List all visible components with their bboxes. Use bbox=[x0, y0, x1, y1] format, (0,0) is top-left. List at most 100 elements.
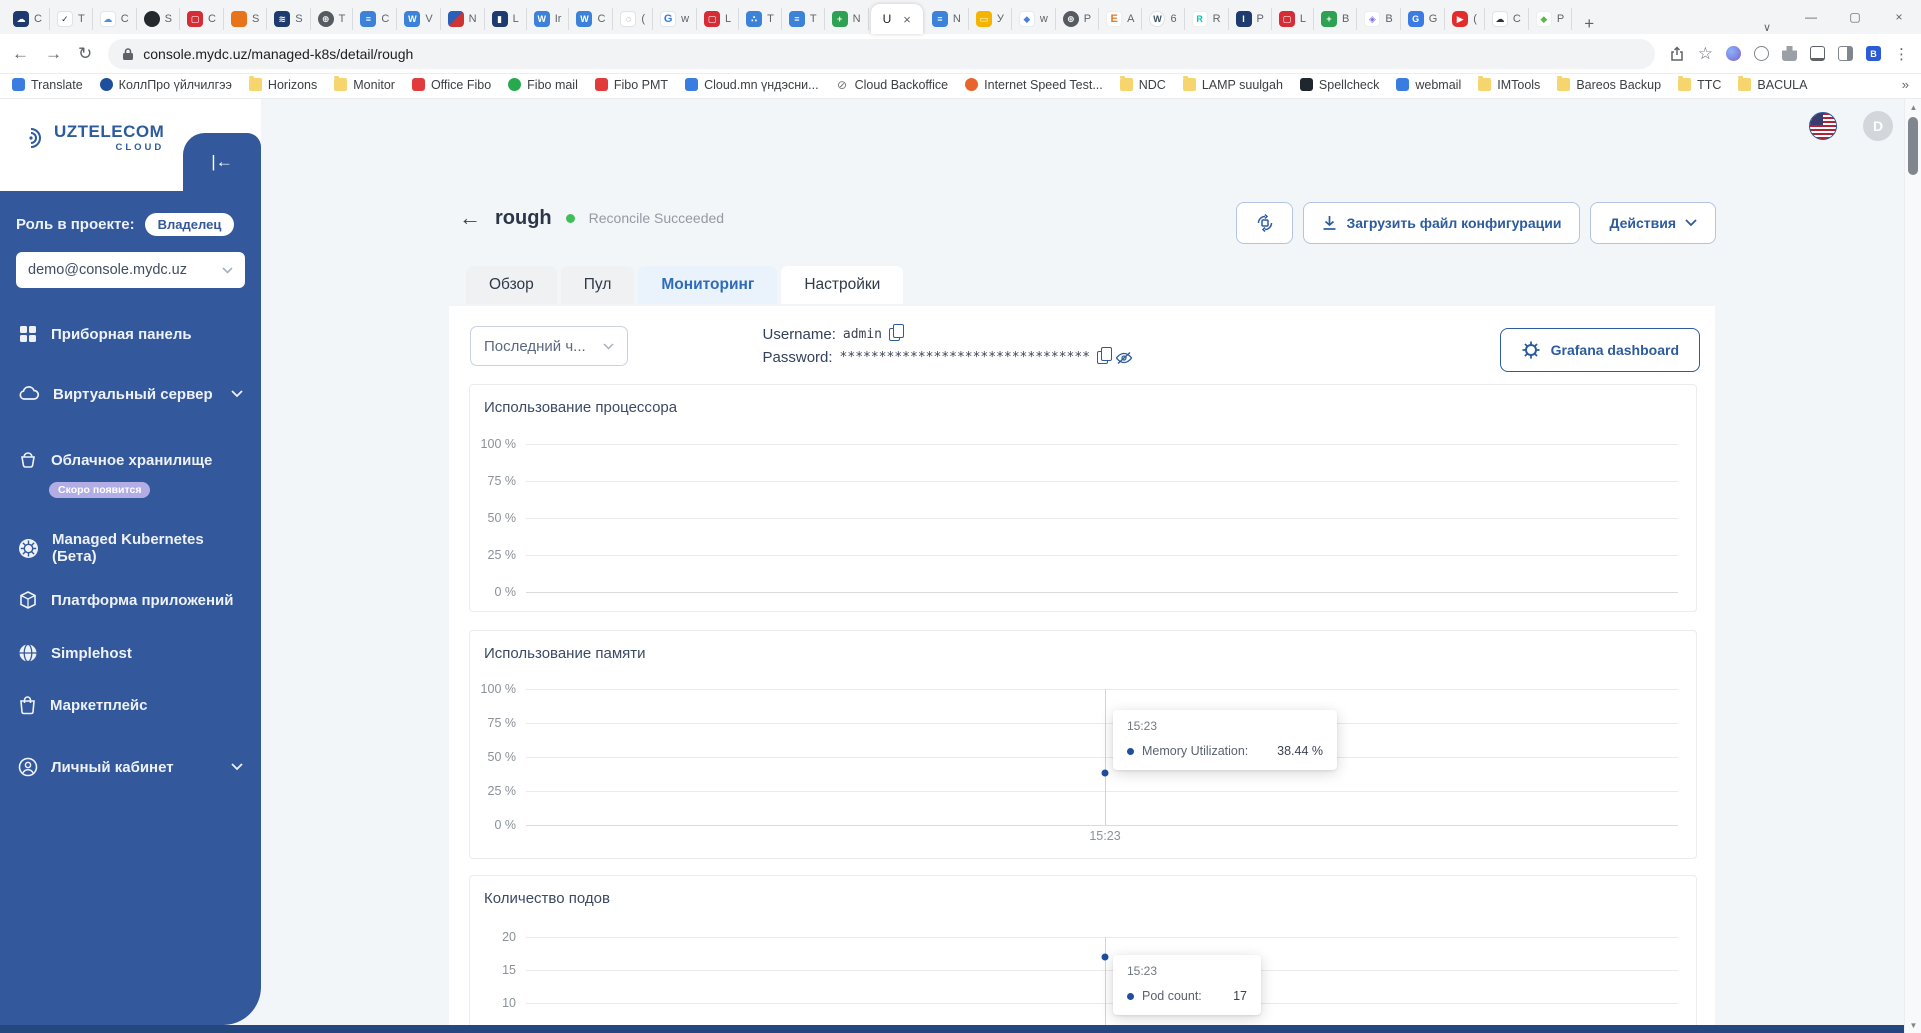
sidebar-item-simplehost[interactable]: Simplehost bbox=[0, 633, 261, 673]
time-range-select[interactable]: Последний ч... bbox=[470, 326, 628, 366]
back-arrow-button[interactable]: ← bbox=[459, 205, 481, 231]
bookmark-item[interactable]: TTC bbox=[1678, 76, 1721, 92]
page-scrollbar[interactable]: ▲ ▼ bbox=[1904, 99, 1921, 1033]
browser-tab[interactable]: G w bbox=[653, 8, 698, 30]
browser-tab-active[interactable]: U × bbox=[870, 4, 923, 34]
tab-search-chevron-icon[interactable]: ∨ bbox=[1745, 21, 1789, 34]
browser-tab[interactable]: ≡ C bbox=[353, 8, 398, 30]
window-maximize-button[interactable]: ▢ bbox=[1833, 0, 1877, 34]
sidebar-item-managed-kubernetes[interactable]: Managed Kubernetes (Бета) bbox=[0, 528, 261, 568]
password-manager-icon[interactable]: B bbox=[1866, 46, 1881, 61]
browser-tab[interactable]: W C bbox=[569, 8, 614, 30]
browser-tab[interactable]: ▢ L bbox=[1272, 8, 1314, 30]
bookmark-item[interactable]: webmail bbox=[1396, 78, 1461, 92]
scroll-down-icon[interactable]: ▼ bbox=[1905, 1017, 1921, 1033]
forward-button[interactable]: → bbox=[45, 44, 62, 64]
eye-off-icon[interactable] bbox=[1115, 351, 1133, 365]
browser-tab[interactable]: W V bbox=[397, 8, 441, 30]
sidebar-item-dashboard[interactable]: Приборная панель bbox=[0, 314, 261, 354]
tab-overview[interactable]: Обзор bbox=[466, 266, 557, 304]
browser-tab[interactable]: ⊕ T bbox=[311, 8, 354, 30]
bookmark-item[interactable]: Fibo PMT bbox=[594, 78, 668, 92]
browser-tab[interactable]: I P bbox=[1229, 8, 1272, 30]
data-point[interactable] bbox=[1101, 953, 1109, 961]
bookmark-item[interactable]: Horizons bbox=[248, 76, 317, 92]
share-icon[interactable] bbox=[1669, 45, 1685, 62]
browser-tab[interactable]: ⊕ P bbox=[1056, 8, 1100, 30]
browser-tab[interactable]: + N bbox=[825, 8, 869, 30]
bookmark-item[interactable]: Spellcheck bbox=[1299, 78, 1379, 92]
bookmark-item[interactable]: Bareos Backup bbox=[1557, 76, 1661, 92]
browser-tab[interactable]: ◆ P bbox=[1529, 8, 1573, 30]
downloads-icon[interactable] bbox=[1810, 46, 1825, 61]
bookmarks-overflow-icon[interactable]: » bbox=[1902, 77, 1909, 92]
new-tab-button[interactable]: + bbox=[1572, 14, 1606, 34]
browser-tab[interactable]: ◈ B bbox=[1357, 8, 1401, 30]
browser-tab[interactable]: N bbox=[441, 8, 485, 30]
copy-password-icon[interactable] bbox=[1097, 347, 1112, 364]
sidebar-item-virtual-server[interactable]: Виртуальный сервер bbox=[0, 374, 261, 414]
upload-config-button[interactable]: Загрузить файл конфигурации bbox=[1303, 202, 1581, 244]
browser-tab[interactable]: G G bbox=[1401, 8, 1446, 30]
browser-tab[interactable]: W 6 bbox=[1142, 8, 1185, 30]
browser-tab[interactable]: + B bbox=[1314, 8, 1358, 30]
browser-tab[interactable]: ∴ T bbox=[739, 8, 782, 30]
bookmark-item[interactable]: LAMP suulgah bbox=[1182, 76, 1283, 92]
bookmark-item[interactable]: Monitor bbox=[334, 76, 395, 92]
browser-tab[interactable]: ☁ C bbox=[93, 8, 137, 30]
window-close-button[interactable]: × bbox=[1877, 0, 1921, 34]
browser-tab[interactable]: ▭ У bbox=[969, 8, 1012, 30]
browser-tab[interactable]: ▶ ( bbox=[1445, 8, 1485, 30]
bookmark-item[interactable]: ⊘ Cloud Backoffice bbox=[835, 78, 948, 92]
grafana-dashboard-button[interactable]: Grafana dashboard bbox=[1499, 328, 1700, 372]
bookmark-item[interactable]: Cloud.mn үндэсни... bbox=[685, 78, 819, 92]
reload-button[interactable]: ↻ bbox=[78, 44, 92, 64]
bookmark-item[interactable]: BACULA bbox=[1738, 76, 1807, 92]
bookmark-item[interactable]: Office Fibo bbox=[411, 78, 491, 92]
tab-pool[interactable]: Пул bbox=[560, 266, 635, 304]
tab-close-icon[interactable]: × bbox=[903, 12, 911, 27]
window-minimize-button[interactable]: — bbox=[1789, 0, 1833, 34]
sidebar-item-marketplace[interactable]: Маркетплейс bbox=[0, 685, 261, 725]
scroll-up-icon[interactable]: ▲ bbox=[1905, 99, 1921, 115]
sidebar-item-account[interactable]: Личный кабинет bbox=[0, 747, 261, 787]
sidebar-collapse-button[interactable]: |← bbox=[183, 133, 261, 191]
browser-tab[interactable]: ◆ w bbox=[1012, 8, 1056, 30]
data-point[interactable] bbox=[1101, 769, 1109, 777]
back-button[interactable]: ← bbox=[12, 44, 29, 64]
scrollbar-thumb[interactable] bbox=[1908, 117, 1918, 175]
actions-button[interactable]: Действия bbox=[1590, 202, 1716, 244]
tab-monitoring[interactable]: Мониторинг bbox=[638, 266, 778, 304]
bookmark-item[interactable]: NDC bbox=[1119, 76, 1166, 92]
language-flag-button[interactable] bbox=[1809, 112, 1837, 140]
browser-tab[interactable]: ☁ C bbox=[1485, 8, 1529, 30]
browser-tab[interactable]: R R bbox=[1185, 8, 1229, 30]
camera-extension-icon[interactable] bbox=[1754, 46, 1769, 61]
browser-tab[interactable]: ✓ T bbox=[50, 8, 93, 30]
sidebar-item-cloud-storage[interactable]: Облачное хранилище bbox=[0, 440, 261, 480]
browser-tab[interactable]: S bbox=[224, 8, 268, 30]
reconcile-button[interactable] bbox=[1236, 202, 1294, 244]
url-bar[interactable]: console.mydc.uz/managed-k8s/detail/rough bbox=[108, 38, 1655, 69]
browser-tab[interactable]: ▮ L bbox=[485, 8, 527, 30]
browser-tab[interactable]: ≡ N bbox=[925, 8, 969, 30]
browser-tab[interactable]: ◌ ( bbox=[613, 8, 654, 30]
browser-menu-icon[interactable]: ⋮ bbox=[1894, 45, 1909, 63]
bookmark-star-icon[interactable]: ☆ bbox=[1698, 44, 1713, 64]
sidebar-item-app-platform[interactable]: Платформа приложений bbox=[0, 580, 261, 620]
browser-tab[interactable]: ≋ S bbox=[267, 8, 311, 30]
copy-username-icon[interactable] bbox=[889, 324, 905, 341]
browser-tab[interactable]: W Ir bbox=[527, 8, 570, 30]
tab-settings[interactable]: Настройки bbox=[781, 266, 904, 304]
extensions-puzzle-icon[interactable] bbox=[1782, 46, 1797, 61]
browser-tab[interactable]: E A bbox=[1099, 8, 1143, 30]
extension-icon[interactable] bbox=[1726, 46, 1741, 61]
browser-tab[interactable]: S bbox=[137, 8, 180, 30]
bookmark-item[interactable]: Internet Speed Test... bbox=[965, 78, 1103, 92]
bookmark-item[interactable]: IMTools bbox=[1478, 76, 1540, 92]
account-select[interactable]: demo@console.mydc.uz bbox=[16, 252, 245, 288]
bookmark-item[interactable]: Fibo mail bbox=[508, 78, 578, 92]
bookmark-item[interactable]: КоллПро үйлчилгээ bbox=[99, 78, 232, 92]
browser-tab[interactable]: ▢ C bbox=[180, 8, 224, 30]
side-panel-icon[interactable] bbox=[1838, 46, 1853, 61]
